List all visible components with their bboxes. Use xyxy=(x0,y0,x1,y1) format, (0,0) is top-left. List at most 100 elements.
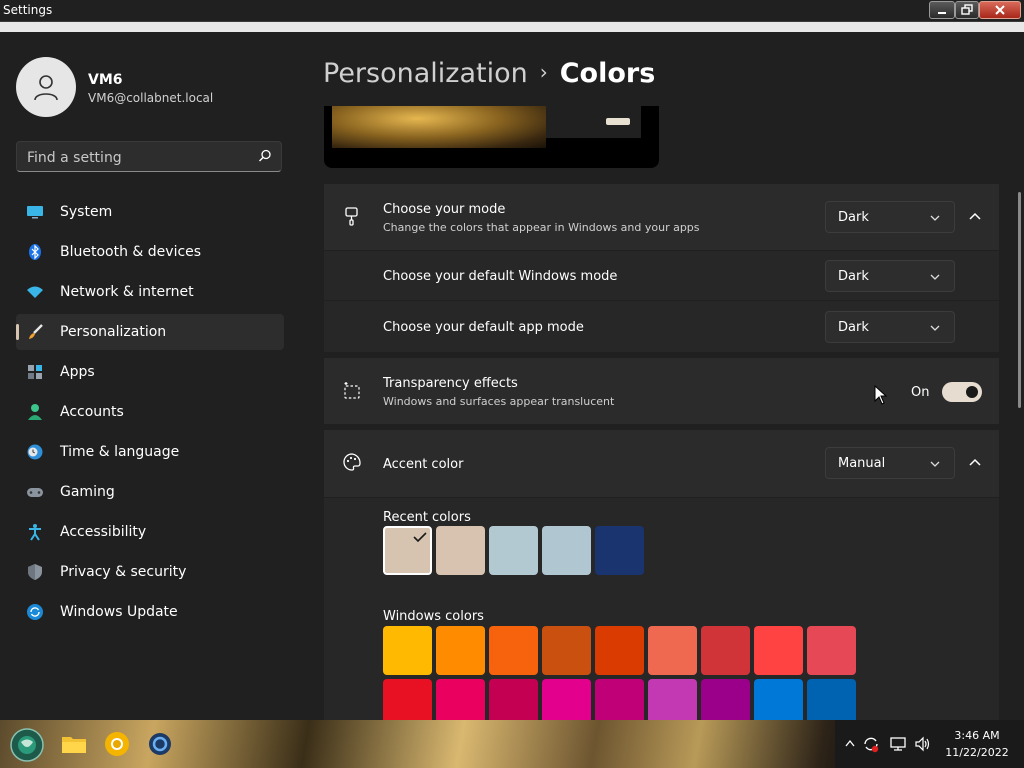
person-icon xyxy=(28,404,42,420)
recent-color-swatch[interactable] xyxy=(595,526,644,575)
accent-card[interactable]: Accent color Manual xyxy=(324,430,999,497)
network-icon[interactable] xyxy=(889,735,907,753)
windows-color-swatch[interactable] xyxy=(701,679,750,720)
windows-color-swatch[interactable] xyxy=(436,679,485,720)
accessibility-icon xyxy=(29,524,41,541)
app-mode-dropdown[interactable]: Dark xyxy=(825,311,955,343)
shield-icon xyxy=(28,564,42,580)
sidebar-item-personalization[interactable]: Personalization xyxy=(16,314,284,350)
transparency-toggle[interactable] xyxy=(942,382,982,402)
recent-color-swatch[interactable] xyxy=(383,526,432,575)
windows-mode-value: Dark xyxy=(838,269,869,284)
settings-app-icon[interactable] xyxy=(146,730,174,758)
sidebar-item-accounts[interactable]: Accounts xyxy=(16,394,284,430)
close-button[interactable] xyxy=(979,1,1021,19)
apps-icon xyxy=(28,365,42,379)
sidebar-item-label: Personalization xyxy=(60,324,167,340)
recent-color-swatch[interactable] xyxy=(436,526,485,575)
bluetooth-icon xyxy=(29,244,41,260)
sync-icon[interactable] xyxy=(862,735,880,753)
recent-color-swatch[interactable] xyxy=(489,526,538,575)
mode-subtitle: Change the colors that appear in Windows… xyxy=(383,221,700,234)
sidebar-item-gaming[interactable]: Gaming xyxy=(16,474,284,510)
transparency-card: Transparency effects Windows and surface… xyxy=(324,358,999,424)
checkmark-icon xyxy=(413,532,427,543)
breadcrumb: Personalization › Colors xyxy=(323,58,655,89)
windows-color-swatch[interactable] xyxy=(754,626,803,675)
windows-color-swatch[interactable] xyxy=(383,679,432,720)
theme-preview xyxy=(324,106,659,168)
minimize-button[interactable] xyxy=(929,1,955,19)
avatar[interactable] xyxy=(16,57,76,117)
windows-color-swatch[interactable] xyxy=(489,626,538,675)
wallpaper-preview xyxy=(332,106,546,148)
system-tray xyxy=(835,720,1024,768)
windows-color-swatch[interactable] xyxy=(754,679,803,720)
windows-mode-dropdown[interactable]: Dark xyxy=(825,260,955,292)
chevron-up-icon[interactable] xyxy=(967,209,983,225)
windows-color-swatch[interactable] xyxy=(648,626,697,675)
breadcrumb-separator: › xyxy=(539,60,548,84)
windows-color-swatch[interactable] xyxy=(701,626,750,675)
chevron-up-icon[interactable] xyxy=(845,739,855,747)
sidebar-item-network[interactable]: Network & internet xyxy=(16,274,284,310)
search-box[interactable] xyxy=(16,141,282,173)
sidebar-item-accessibility[interactable]: Accessibility xyxy=(16,514,284,550)
sidebar-item-time-language[interactable]: Time & language xyxy=(16,434,284,470)
sidebar-item-bluetooth[interactable]: Bluetooth & devices xyxy=(16,234,284,270)
search-input[interactable] xyxy=(17,142,259,173)
mode-dropdown-value: Dark xyxy=(838,210,869,225)
windows-mode-label: Choose your default Windows mode xyxy=(383,269,618,284)
transparency-icon xyxy=(344,382,360,399)
windows-color-swatch[interactable] xyxy=(648,679,697,720)
windows-color-swatch[interactable] xyxy=(595,679,644,720)
windows-color-swatch[interactable] xyxy=(807,679,856,720)
accent-dropdown[interactable]: Manual xyxy=(825,447,955,479)
transparency-state-label: On xyxy=(911,385,930,400)
sidebar-item-windows-update[interactable]: Windows Update xyxy=(16,594,284,630)
sidebar-item-label: Network & internet xyxy=(60,284,194,300)
wifi-icon xyxy=(27,286,43,298)
maximize-button[interactable] xyxy=(955,1,979,19)
windows-color-swatch[interactable] xyxy=(542,626,591,675)
mode-title: Choose your mode xyxy=(383,202,506,217)
close-icon xyxy=(995,5,1005,15)
toggle-knob xyxy=(966,386,978,398)
mouse-cursor-icon xyxy=(874,385,888,405)
sidebar-item-apps[interactable]: Apps xyxy=(16,354,284,390)
windows-color-swatch[interactable] xyxy=(807,626,856,675)
windows-color-swatch[interactable] xyxy=(383,626,432,675)
recent-color-swatch[interactable] xyxy=(542,526,591,575)
app-mode-row: Choose your default app mode Dark xyxy=(324,301,999,352)
person-icon xyxy=(34,75,58,101)
sidebar-item-label: Windows Update xyxy=(60,604,178,620)
accent-title: Accent color xyxy=(383,457,464,472)
volume-icon[interactable] xyxy=(914,735,932,753)
transparency-subtitle: Windows and surfaces appear translucent xyxy=(383,395,615,408)
start-orb-icon[interactable] xyxy=(10,728,44,762)
chevron-up-icon[interactable] xyxy=(967,455,983,471)
windows-color-swatch[interactable] xyxy=(489,679,538,720)
windows-color-swatch[interactable] xyxy=(542,679,591,720)
mode-dropdown[interactable]: Dark xyxy=(825,201,955,233)
sidebar-item-system[interactable]: System xyxy=(16,194,284,230)
breadcrumb-parent[interactable]: Personalization xyxy=(323,58,528,89)
sidebar-item-privacy[interactable]: Privacy & security xyxy=(16,554,284,590)
scrollbar[interactable] xyxy=(1018,192,1021,408)
sidebar-nav: System Bluetooth & devices Network & int… xyxy=(16,194,284,634)
settings-app: VM6 VM6@collabnet.local System Bluetooth… xyxy=(0,32,1024,720)
window-preview xyxy=(546,106,641,138)
toolbar-band xyxy=(0,22,1024,32)
chrome-icon[interactable] xyxy=(103,730,131,758)
windows-color-swatch[interactable] xyxy=(436,626,485,675)
windows-color-swatch[interactable] xyxy=(595,626,644,675)
brush-icon xyxy=(29,324,43,339)
window-titlebar: Settings xyxy=(0,0,1024,22)
clock-time[interactable]: 3:46 AM xyxy=(945,729,1009,742)
search-icon[interactable] xyxy=(257,148,273,164)
mode-card[interactable]: Choose your mode Change the colors that … xyxy=(324,184,999,250)
sidebar-item-label: System xyxy=(60,204,113,220)
transparency-title: Transparency effects xyxy=(383,376,518,391)
clock-date[interactable]: 11/22/2022 xyxy=(945,746,1009,759)
file-explorer-icon[interactable] xyxy=(60,730,88,758)
